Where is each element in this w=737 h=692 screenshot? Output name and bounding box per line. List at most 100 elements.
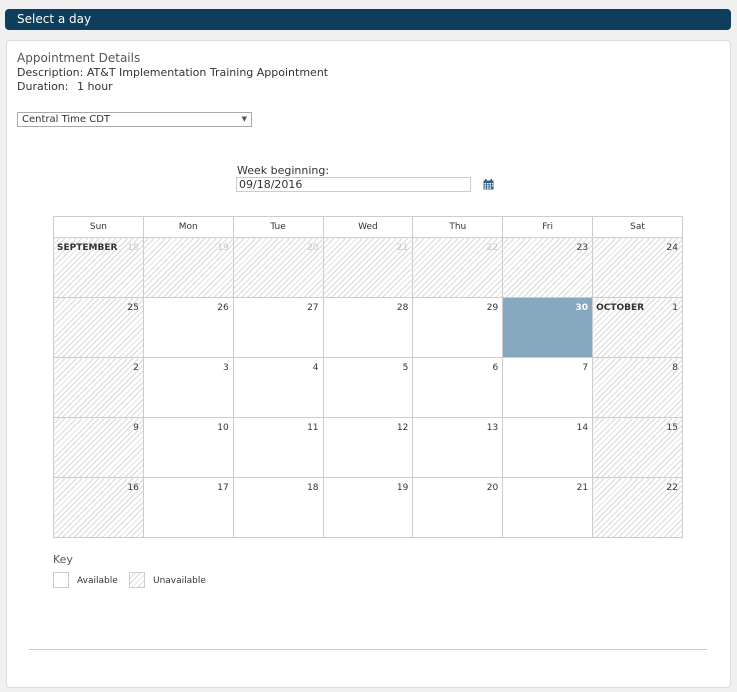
calendar-day-cell: 15 <box>592 417 683 478</box>
month-label: SEPTEMBER <box>57 243 118 253</box>
day-number: 8 <box>672 363 678 373</box>
calendar-day-cell[interactable]: 28 <box>322 297 414 358</box>
weekday-header-wed: Wed <box>322 216 414 238</box>
calendar-day-cell: 20 <box>232 237 324 298</box>
calendar-day-cell[interactable]: 27 <box>232 297 324 358</box>
calendar-day-cell: 23 <box>502 237 594 298</box>
calendar-day-cell[interactable]: 29 <box>412 297 504 358</box>
calendar-week-row: 2 3 4 5 6 7 8 <box>53 357 683 418</box>
month-label: OCTOBER <box>596 303 645 313</box>
day-number: 14 <box>576 423 589 433</box>
unavailable-swatch <box>129 572 145 588</box>
chevron-down-icon: ▼ <box>241 115 247 123</box>
calendar-day-cell[interactable]: 19 <box>322 477 414 538</box>
calendar-icon[interactable] <box>483 179 494 190</box>
day-number: 16 <box>127 483 139 493</box>
calendar-day-cell[interactable]: 5 <box>322 357 414 418</box>
day-number: 4 <box>312 363 319 373</box>
calendar-grid: Sun Mon Tue Wed Thu Fri Sat SEPTEMBER 18 19 20 21 2… <box>53 216 683 538</box>
timezone-select[interactable]: Central Time CDT ▼ <box>17 112 252 127</box>
day-number: 23 <box>576 243 589 253</box>
calendar-day-cell[interactable]: 3 <box>142 357 234 418</box>
calendar-day-cell[interactable]: 7 <box>502 357 594 418</box>
calendar-day-cell: OCTOBER 1 <box>592 297 683 358</box>
day-number: 5 <box>402 363 409 373</box>
day-number: 9 <box>133 423 139 433</box>
day-number: 1 <box>672 303 678 313</box>
day-number: 19 <box>396 483 409 493</box>
page-header: Select a day <box>5 9 731 30</box>
day-number: 24 <box>666 243 678 253</box>
available-swatch <box>53 572 69 588</box>
day-number: 27 <box>307 303 319 313</box>
calendar-week-row: 25 26 27 28 29 30 OCTOBER 1 <box>53 297 683 358</box>
day-number: 6 <box>492 363 499 373</box>
description-row: Description: AT&T Implementation Trainin… <box>17 66 328 80</box>
calendar-day-cell[interactable]: 21 <box>502 477 594 538</box>
appointment-details: Appointment Details Description: AT&T Im… <box>17 51 328 94</box>
day-number: 7 <box>582 363 589 373</box>
day-number: 13 <box>486 423 499 433</box>
calendar-day-cell: 2 <box>53 357 144 418</box>
day-number: 3 <box>222 363 229 373</box>
calendar-day-cell: SEPTEMBER 18 <box>53 237 144 298</box>
calendar-day-cell[interactable]: 17 <box>142 477 234 538</box>
calendar-day-cell: 25 <box>53 297 144 358</box>
divider <box>29 649 707 650</box>
appointment-panel: Appointment Details Description: AT&T Im… <box>6 40 731 688</box>
calendar-day-cell[interactable]: 20 <box>412 477 504 538</box>
day-number: 30 <box>575 303 589 313</box>
appointment-heading: Appointment Details <box>17 51 141 65</box>
day-number: 20 <box>307 243 319 253</box>
day-number: 20 <box>486 483 499 493</box>
duration-label: Duration: <box>17 80 69 93</box>
weekday-header-fri: Fri <box>502 216 594 238</box>
calendar-day-cell[interactable]: 6 <box>412 357 504 418</box>
key-title: Key <box>53 553 73 566</box>
description-label: Description: <box>17 66 84 79</box>
page-title: Select a day <box>17 12 92 26</box>
calendar-day-cell: 24 <box>592 237 683 298</box>
duration-row: Duration: 1 hour <box>17 80 328 94</box>
day-number: 26 <box>217 303 229 313</box>
calendar-day-cell[interactable]: 12 <box>322 417 414 478</box>
calendar-day-cell[interactable]: 10 <box>142 417 234 478</box>
week-beginning-input[interactable]: 09/18/2016 <box>236 177 471 192</box>
day-number: 18 <box>307 483 319 493</box>
calendar-day-cell: 21 <box>322 237 414 298</box>
day-number: 22 <box>666 483 678 493</box>
calendar-day-cell: 22 <box>412 237 504 298</box>
weekday-header-mon: Mon <box>142 216 234 238</box>
calendar-day-cell[interactable]: 18 <box>232 477 324 538</box>
calendar-day-cell[interactable]: 26 <box>142 297 234 358</box>
week-beginning-label: Week beginning: <box>237 164 330 177</box>
day-number: 28 <box>396 303 409 313</box>
calendar-day-cell[interactable]: 30 <box>502 297 594 358</box>
weekday-header-sat: Sat <box>592 216 683 238</box>
description-value: AT&T Implementation Training Appointment <box>86 66 329 79</box>
day-number: 12 <box>396 423 409 433</box>
calendar-day-cell[interactable]: 14 <box>502 417 594 478</box>
calendar-day-cell[interactable]: 4 <box>232 357 324 418</box>
day-number: 2 <box>133 363 139 373</box>
weekday-header-sun: Sun <box>53 216 144 238</box>
calendar-day-cell: 9 <box>53 417 144 478</box>
day-number: 17 <box>217 483 229 493</box>
calendar-day-cell[interactable]: 13 <box>412 417 504 478</box>
calendar-week-row: SEPTEMBER 18 19 20 21 22 23 24 <box>53 237 683 298</box>
day-number: 21 <box>576 483 589 493</box>
calendar-day-cell: 16 <box>53 477 144 538</box>
calendar-body: SEPTEMBER 18 19 20 21 22 23 24 25 26 27 28 29 30 OCTOB… <box>53 237 683 538</box>
day-number: 11 <box>307 423 319 433</box>
timezone-selected-value: Central Time CDT <box>22 114 111 125</box>
day-number: 19 <box>217 243 229 253</box>
day-number: 29 <box>486 303 499 313</box>
day-number: 25 <box>127 303 139 313</box>
day-number: 21 <box>396 243 409 253</box>
duration-value: 1 hour <box>77 80 113 93</box>
day-number: 15 <box>666 423 678 433</box>
unavailable-label: Unavailable <box>153 576 206 586</box>
day-number: 22 <box>486 243 499 253</box>
calendar-day-cell: 22 <box>592 477 683 538</box>
calendar-day-cell[interactable]: 11 <box>232 417 324 478</box>
